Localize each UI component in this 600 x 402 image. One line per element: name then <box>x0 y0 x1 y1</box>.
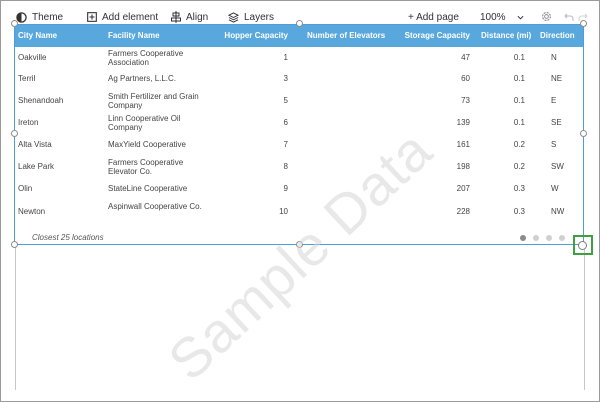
cell-city: Olin <box>18 184 33 193</box>
settings-button[interactable] <box>540 8 553 24</box>
cell-direction: SW <box>551 162 564 171</box>
cell-city: Terril <box>18 74 36 83</box>
cell-hopper: 6 <box>283 118 288 127</box>
resize-handle-left[interactable] <box>11 130 18 137</box>
layers-button[interactable]: Layers <box>228 9 274 25</box>
cell-hopper: 5 <box>283 96 288 105</box>
cell-distance: 0.3 <box>513 207 525 216</box>
layers-icon <box>228 11 239 23</box>
add-page-label: + Add page <box>408 11 459 23</box>
table-row[interactable]: Olin StateLine Cooperative 9 207 0.3 W <box>15 179 583 201</box>
cell-hopper: 8 <box>283 162 288 171</box>
cell-direction: N <box>551 53 557 62</box>
cell-hopper: 9 <box>283 184 288 193</box>
cell-distance: 0.1 <box>513 74 525 83</box>
cell-city: Ireton <box>18 118 39 127</box>
cell-hopper: 10 <box>279 207 288 216</box>
cell-facility: Smith Fertilizer and Grain Company <box>108 92 199 110</box>
cell-storage: 60 <box>461 74 470 83</box>
resize-handle-bottom-left[interactable] <box>11 241 18 248</box>
header-number-of-elevators[interactable]: Number of Elevators <box>307 25 385 47</box>
align-button[interactable]: Align <box>171 9 208 25</box>
cell-direction: NE <box>551 74 563 83</box>
resize-handle-top[interactable] <box>296 20 303 27</box>
cell-hopper: 3 <box>283 74 288 83</box>
page-dot[interactable] <box>533 235 539 241</box>
table-row[interactable]: Alta Vista MaxYield Cooperative 7 161 0.… <box>15 135 583 157</box>
cell-facility: Linn Cooperative Oil Company <box>108 114 181 132</box>
cell-direction: S <box>551 140 557 149</box>
cell-storage: 207 <box>456 184 470 193</box>
cell-storage: 73 <box>461 96 470 105</box>
undo-button[interactable] <box>564 9 574 25</box>
table-row[interactable]: Terril Ag Partners, L.L.C. 3 60 0.1 NE <box>15 69 583 91</box>
align-label: Align <box>186 11 209 23</box>
cell-storage: 228 <box>456 207 470 216</box>
table-row[interactable]: Lake Park Farmers Cooperative Elevator C… <box>15 157 583 179</box>
page-dot[interactable] <box>546 235 552 241</box>
add-element-icon <box>87 12 97 22</box>
cell-distance: 0.2 <box>513 140 525 149</box>
theme-icon <box>16 11 27 23</box>
align-icon <box>171 11 181 23</box>
cell-distance: 0.1 <box>513 96 525 105</box>
cell-storage: 161 <box>456 140 470 149</box>
add-page-button[interactable]: + Add page <box>405 9 459 25</box>
cell-facility: Aspinwall Cooperative Co. <box>108 202 202 211</box>
page-edge-right <box>584 245 585 390</box>
cell-city: Alta Vista <box>18 140 52 149</box>
resize-handle-top-left[interactable] <box>11 20 18 27</box>
chevron-down-icon <box>517 15 524 20</box>
cell-distance: 0.2 <box>513 162 525 171</box>
page-edge-left <box>15 245 16 390</box>
cell-facility: Farmers Cooperative Elevator Co. <box>108 158 184 176</box>
theme-label: Theme <box>32 11 64 23</box>
layers-label: Layers <box>244 11 275 23</box>
table-row[interactable]: Shenandoah Smith Fertilizer and Grain Co… <box>15 91 583 113</box>
cell-distance: 0.1 <box>513 53 525 62</box>
cell-hopper: 1 <box>283 53 288 62</box>
header-direction[interactable]: Direction <box>540 25 575 47</box>
table-row[interactable]: Oakville Farmers Cooperative Association… <box>15 47 583 69</box>
table-row[interactable]: Ireton Linn Cooperative Oil Company 6 13… <box>15 113 583 135</box>
cell-facility: Ag Partners, L.L.C. <box>108 74 177 83</box>
page-dot-active[interactable] <box>520 235 526 241</box>
cell-distance: 0.1 <box>513 118 525 127</box>
cell-city: Oakville <box>18 53 47 62</box>
cell-facility: Farmers Cooperative Association <box>108 49 184 67</box>
resize-handle-top-right[interactable] <box>580 20 587 27</box>
zoom-dropdown[interactable]: 100% <box>480 9 524 25</box>
theme-button[interactable]: Theme <box>16 9 63 25</box>
resize-handle-right[interactable] <box>580 130 587 137</box>
header-hopper-capacity[interactable]: Hopper Capacity <box>215 25 288 47</box>
cell-storage: 47 <box>461 53 470 62</box>
cell-direction: SE <box>551 118 562 127</box>
header-distance[interactable]: Distance (mi) <box>481 25 531 47</box>
header-city-name[interactable]: City Name <box>18 25 57 47</box>
gear-icon <box>542 11 551 21</box>
table-footer-text: Closest 25 locations <box>32 233 104 242</box>
header-facility-name[interactable]: Facility Name <box>108 25 160 47</box>
add-element-button[interactable]: Add element <box>87 9 158 25</box>
cell-city: Newton <box>18 207 46 216</box>
cell-city: Shenandoah <box>18 96 64 105</box>
cell-direction: NW <box>551 207 565 216</box>
undo-icon <box>564 13 574 21</box>
resize-handle-bottom-right[interactable] <box>578 241 587 250</box>
cell-facility: MaxYield Cooperative <box>108 140 186 149</box>
table-header: City Name Facility Name Hopper Capacity … <box>15 25 583 47</box>
zoom-value: 100% <box>480 11 506 23</box>
cell-direction: E <box>551 96 557 105</box>
cell-storage: 139 <box>456 118 470 127</box>
cell-distance: 0.3 <box>513 184 525 193</box>
header-storage-capacity[interactable]: Storage Capacity <box>395 25 470 47</box>
cell-facility: StateLine Cooperative <box>108 184 188 193</box>
cell-hopper: 7 <box>283 140 288 149</box>
cell-city: Lake Park <box>18 162 55 171</box>
page-dot[interactable] <box>559 235 565 241</box>
cell-direction: W <box>551 184 559 193</box>
add-element-label: Add element <box>102 11 159 23</box>
